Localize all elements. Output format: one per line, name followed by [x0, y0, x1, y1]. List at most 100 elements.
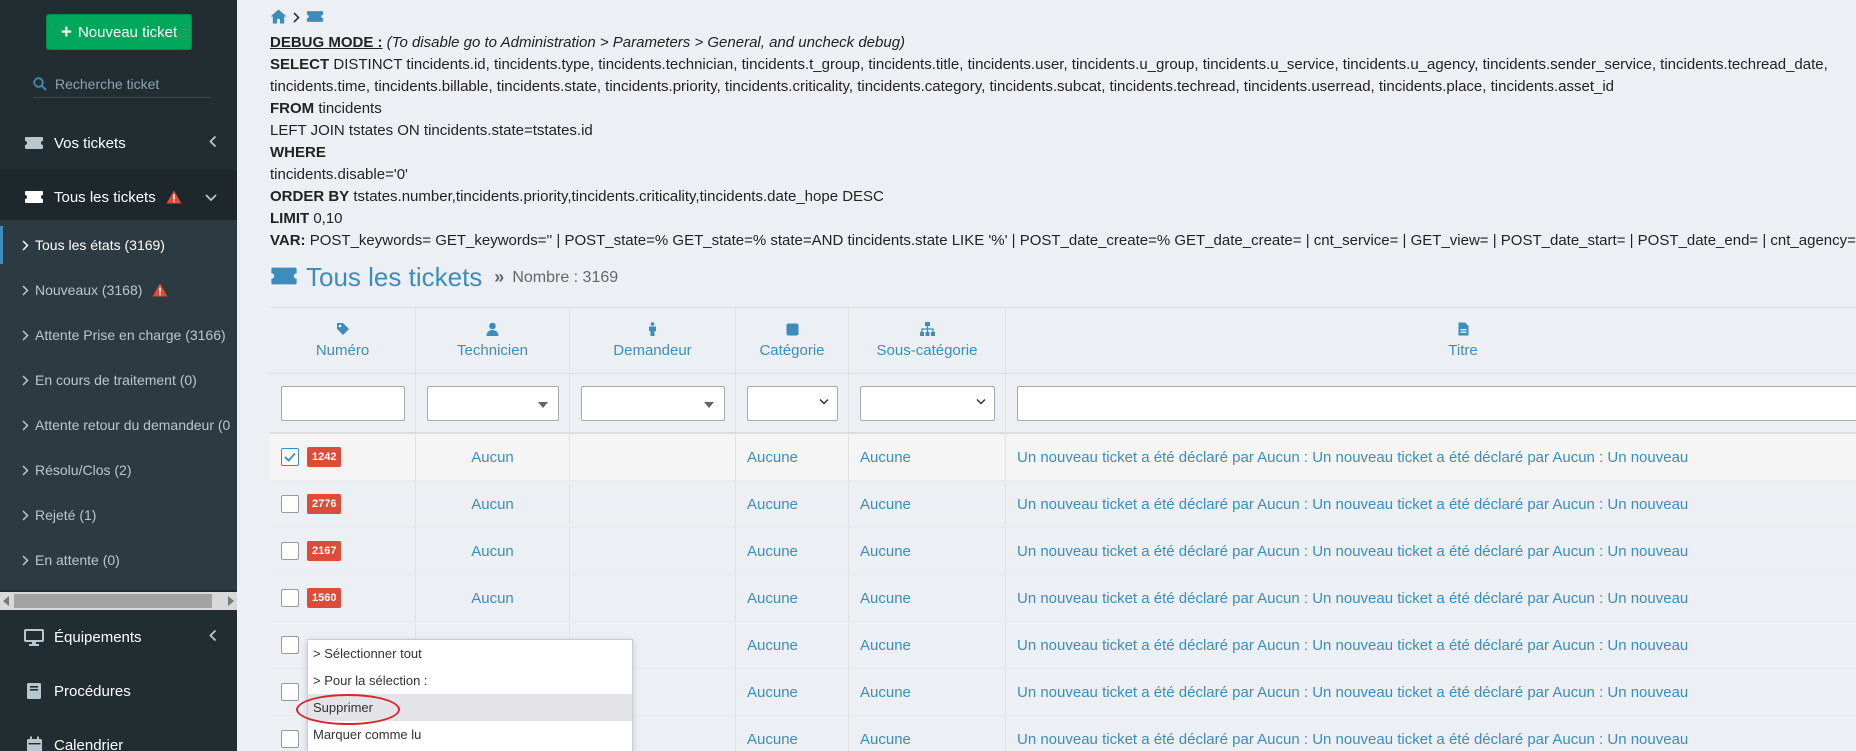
col-demandeur[interactable]: Demandeur: [570, 308, 736, 373]
row-checkbox[interactable]: [281, 683, 299, 701]
row-checkbox[interactable]: [281, 730, 299, 748]
ticket-icon[interactable]: [306, 10, 324, 26]
scrollbar-thumb[interactable]: [14, 594, 212, 608]
filter-numero-input[interactable]: [280, 385, 405, 421]
sql-keyword: WHERE: [270, 144, 326, 161]
scroll-right-icon[interactable]: [228, 596, 234, 606]
row-categorie[interactable]: Aucune: [736, 716, 849, 751]
table-row[interactable]: 2167 Aucun Aucune Aucune Un nouveau tick…: [270, 528, 1856, 575]
sql-keyword: FROM: [270, 100, 315, 117]
filter-sous-categorie-select[interactable]: [859, 385, 995, 421]
row-titre[interactable]: Un nouveau ticket a été déclaré par Aucu…: [1006, 481, 1856, 527]
filter-titre-input[interactable]: [1017, 385, 1856, 421]
sub-item-tous-etats[interactable]: Tous les états (3169): [0, 226, 237, 264]
ticket-icon: [270, 266, 298, 289]
sidebar-horizontal-scrollbar[interactable]: [0, 592, 237, 610]
table-row[interactable]: 2776 Aucun Aucune Aucune Un nouveau tick…: [270, 481, 1856, 528]
col-sous-categorie-label: Sous-catégorie: [876, 342, 978, 359]
menu-select-all[interactable]: > Sélectionner tout: [308, 640, 632, 667]
menu-tous-tickets[interactable]: Tous les tickets: [0, 170, 237, 224]
row-sous-categorie[interactable]: Aucune: [849, 622, 1006, 668]
row-checkbox[interactable]: [281, 589, 299, 607]
sub-item-attente-retour[interactable]: Attente retour du demandeur (0: [0, 406, 237, 444]
sub-item-resolu-clos[interactable]: Résolu/Clos (2): [0, 451, 237, 489]
sub-item-label: Attente retour du demandeur (0: [35, 417, 231, 433]
table-header: Numéro Technicien Demandeur Catégorie So…: [270, 308, 1856, 374]
menu-procedures[interactable]: Procédures: [0, 664, 237, 718]
row-technicien[interactable]: Aucun: [416, 575, 570, 621]
filter-categorie-select[interactable]: [746, 385, 838, 421]
row-checkbox[interactable]: [281, 636, 299, 654]
row-technicien[interactable]: Aucun: [416, 528, 570, 574]
menu-equipements[interactable]: Équipements: [0, 610, 237, 664]
menu-delete[interactable]: Supprimer: [308, 694, 632, 721]
row-titre[interactable]: Un nouveau ticket a été déclaré par Aucu…: [1006, 528, 1856, 574]
col-sous-categorie[interactable]: Sous-catégorie: [849, 308, 1006, 373]
row-categorie[interactable]: Aucune: [736, 669, 849, 715]
row-checkbox[interactable]: [281, 448, 299, 466]
row-categorie[interactable]: Aucune: [736, 622, 849, 668]
ticket-search-input[interactable]: [55, 75, 205, 92]
table-row[interactable]: 1560 Aucun Aucune Aucune Un nouveau tick…: [270, 575, 1856, 622]
filter-cell: [736, 374, 849, 432]
row-categorie[interactable]: Aucune: [736, 575, 849, 621]
col-categorie[interactable]: Catégorie: [736, 308, 849, 373]
row-titre[interactable]: Un nouveau ticket a été déclaré par Aucu…: [1006, 622, 1856, 668]
col-numero[interactable]: Numéro: [270, 308, 416, 373]
sql-keyword: LIMIT: [270, 210, 310, 227]
row-checkbox[interactable]: [281, 495, 299, 513]
home-icon[interactable]: [270, 9, 287, 27]
ticket-id-badge[interactable]: 1560: [307, 588, 342, 608]
chevron-right-icon: [22, 374, 29, 386]
ticket-count: Nombre : 3169: [512, 268, 619, 286]
sub-item-en-cours[interactable]: En cours de traitement (0): [0, 361, 237, 399]
row-sous-categorie[interactable]: Aucune: [849, 528, 1006, 574]
row-titre[interactable]: Un nouveau ticket a été déclaré par Aucu…: [1006, 434, 1856, 480]
chevron-down-icon: [818, 398, 829, 405]
table-row[interactable]: 1242 Aucun Aucune Aucune Un nouveau tick…: [270, 434, 1856, 481]
row-demandeur: [570, 575, 736, 621]
sub-item-en-attente[interactable]: En attente (0): [0, 541, 237, 579]
debug-title: DEBUG MODE :: [270, 34, 383, 51]
row-technicien[interactable]: Aucun: [416, 434, 570, 480]
filter-demandeur-select[interactable]: [580, 385, 725, 421]
sub-item-label: Résolu/Clos (2): [35, 462, 132, 478]
sub-item-attente-prise-en-charge[interactable]: Attente Prise en charge (3166): [0, 316, 237, 354]
row-titre[interactable]: Un nouveau ticket a été déclaré par Aucu…: [1006, 669, 1856, 715]
menu-vos-tickets[interactable]: Vos tickets: [0, 116, 237, 170]
sub-item-nouveaux[interactable]: Nouveaux (3168): [0, 271, 237, 309]
row-titre[interactable]: Un nouveau ticket a été déclaré par Aucu…: [1006, 716, 1856, 751]
row-sous-categorie[interactable]: Aucune: [849, 434, 1006, 480]
row-sous-categorie[interactable]: Aucune: [849, 481, 1006, 527]
row-demandeur: [570, 528, 736, 574]
ticket-id-badge[interactable]: 1242: [307, 447, 342, 467]
sub-item-rejete[interactable]: Rejeté (1): [0, 496, 237, 534]
row-sous-categorie[interactable]: Aucune: [849, 575, 1006, 621]
scroll-left-icon[interactable]: [3, 596, 9, 606]
row-categorie[interactable]: Aucune: [736, 434, 849, 480]
filter-technicien-select[interactable]: [426, 385, 559, 421]
row-categorie[interactable]: Aucune: [736, 481, 849, 527]
col-technicien[interactable]: Technicien: [416, 308, 570, 373]
row-checkbox[interactable]: [281, 542, 299, 560]
chevron-left-icon: [209, 629, 217, 646]
col-titre[interactable]: Titre: [1006, 308, 1856, 373]
chevron-down-icon: [205, 189, 217, 206]
chevron-right-icon: [22, 509, 29, 521]
search-icon: [33, 76, 47, 91]
chevron-right-icon: [22, 419, 29, 431]
monitor-icon: [22, 628, 46, 646]
row-sous-categorie[interactable]: Aucune: [849, 716, 1006, 751]
menu-mark-read[interactable]: Marquer comme lu: [308, 721, 632, 748]
sql-select-2: tincidents.time, tincidents.billable, ti…: [270, 78, 1615, 95]
row-categorie[interactable]: Aucune: [736, 528, 849, 574]
breadcrumb: [270, 9, 324, 27]
ticket-id-badge[interactable]: 2167: [307, 541, 342, 561]
new-ticket-button[interactable]: + Nouveau ticket: [46, 14, 192, 50]
menu-calendrier[interactable]: Calendrier: [0, 718, 237, 751]
row-technicien[interactable]: Aucun: [416, 481, 570, 527]
ticket-id-badge[interactable]: 2776: [307, 494, 342, 514]
row-titre[interactable]: Un nouveau ticket a été déclaré par Aucu…: [1006, 575, 1856, 621]
row-sous-categorie[interactable]: Aucune: [849, 669, 1006, 715]
sub-item-label: Rejeté (1): [35, 507, 97, 523]
